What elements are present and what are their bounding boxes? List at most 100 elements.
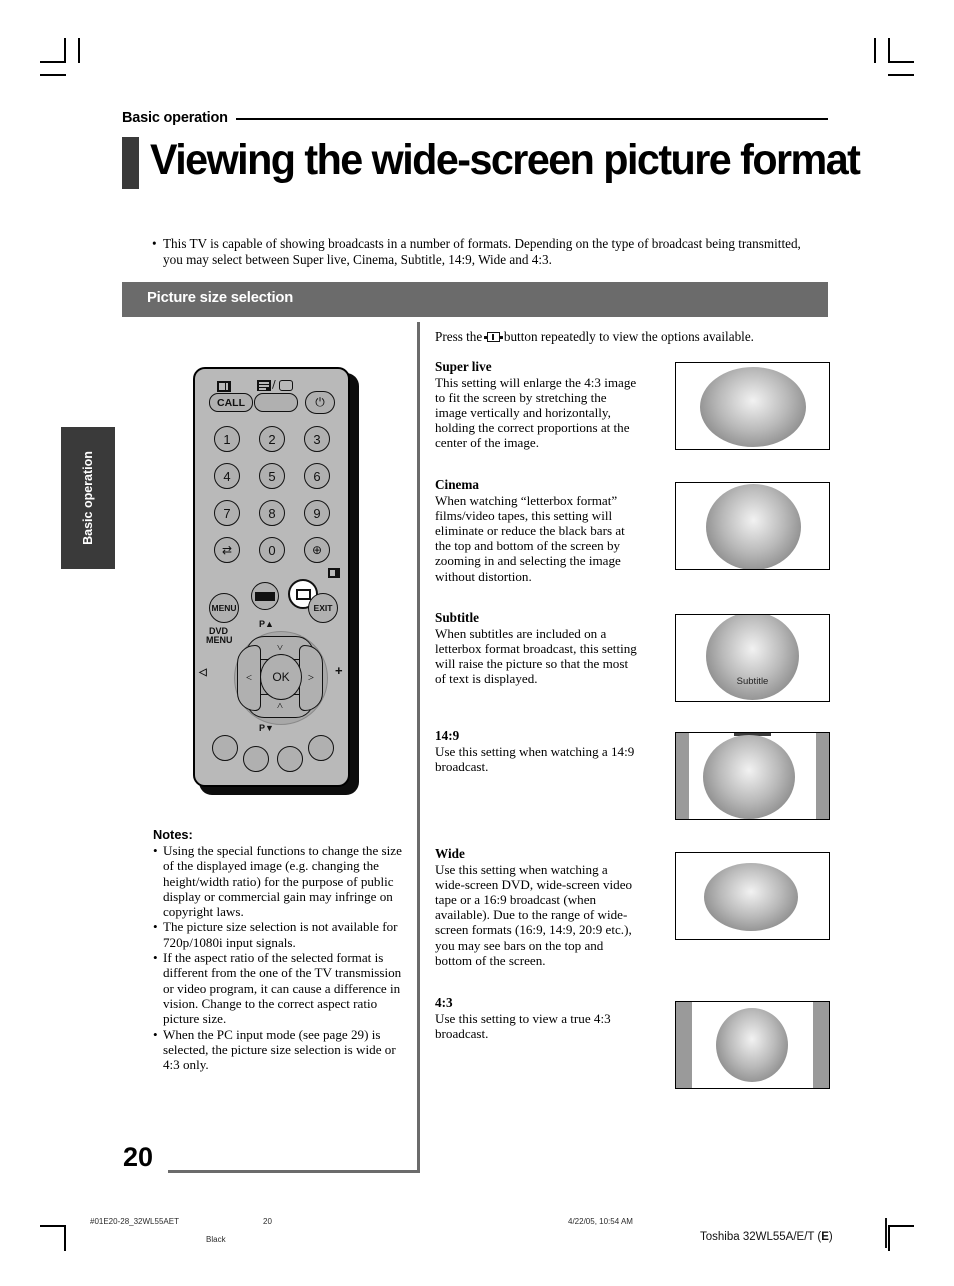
info-icon-i <box>226 383 228 390</box>
footer-file-name: #01E20-28_32WL55AET <box>90 1217 179 1226</box>
color-button-3[interactable] <box>277 746 303 772</box>
info-icon-inner <box>219 383 225 390</box>
num-5-button[interactable]: 5 <box>259 463 285 489</box>
intro-text: This TV is capable of showing broadcasts… <box>163 236 801 268</box>
num-3-button[interactable]: 3 <box>304 426 330 452</box>
note-item: When the PC input mode (see page 29) is … <box>153 1027 415 1073</box>
num-4-label: 4 <box>223 468 231 484</box>
color-button-2[interactable] <box>243 746 269 772</box>
freeze-icon <box>255 591 275 601</box>
text-tv-button[interactable] <box>254 393 298 412</box>
preview-subtitle-caption: Subtitle <box>736 676 769 687</box>
notes-block: Notes: Using the special functions to ch… <box>153 827 415 1072</box>
preview-sphere <box>716 1008 788 1082</box>
p-up-label: P▲ <box>259 619 274 629</box>
swap-button[interactable]: ⇄ <box>214 537 240 563</box>
num-9-button[interactable]: 9 <box>304 500 330 526</box>
preview-sidebar-left <box>676 733 689 819</box>
color-button-4[interactable] <box>308 735 334 761</box>
bullet-glyph: • <box>152 236 157 251</box>
section-header-bar: Picture size selection <box>122 282 828 317</box>
preview-sphere <box>706 484 801 569</box>
power-button[interactable]: ⏻ <box>305 391 335 414</box>
format-name: 4:3 <box>435 995 453 1010</box>
format-entry-subtitle: Subtitle When subtitles are included on … <box>435 610 640 686</box>
menu-button[interactable]: MENU <box>209 593 239 623</box>
intro-bullet: • This TV is capable of showing broadcas… <box>152 236 812 268</box>
crop-mark-tr-h2 <box>888 74 914 76</box>
swap-icon: ⇄ <box>221 543 233 557</box>
picture-size-icon-divider <box>492 333 494 341</box>
dpad-right[interactable]: ˃ <box>299 645 323 711</box>
input-source-icon: ⊕ <box>311 543 323 557</box>
dpad-up-chevron-icon: ˅ <box>276 642 284 654</box>
num-5-label: 5 <box>268 468 276 484</box>
dpad-left[interactable]: ˂ <box>237 645 261 711</box>
page-header: Basic operation Viewing the wide-screen … <box>122 108 861 189</box>
press-instruction-after: button repeatedly to view the options av… <box>503 329 754 344</box>
preview-super-live <box>675 362 830 450</box>
notes-heading: Notes: <box>153 827 193 842</box>
preview-4-3 <box>675 1001 830 1089</box>
note-item: Using the special functions to change th… <box>153 843 415 919</box>
call-button-label: CALL <box>217 396 245 409</box>
preview-sidebar-left <box>676 1002 692 1088</box>
subpage-icon-inner <box>330 570 335 576</box>
format-entry-4-3: 4:3 Use this setting to view a true 4:3 … <box>435 995 640 1041</box>
num-8-button[interactable]: 8 <box>259 500 285 526</box>
volume-up-icon: + <box>335 663 343 678</box>
input-source-button[interactable]: ⊕ <box>304 537 330 563</box>
num-6-label: 6 <box>313 468 321 484</box>
exit-button[interactable]: EXIT <box>308 593 338 623</box>
p-down-label: P▼ <box>259 723 274 733</box>
crop-mark-br-h <box>888 1225 914 1227</box>
dpad-left-chevron-icon: ˂ <box>245 672 253 684</box>
format-name: Cinema <box>435 477 479 492</box>
page-title: Viewing the wide-screen picture format <box>150 136 861 184</box>
num-8-label: 8 <box>268 505 276 521</box>
num-1-label: 1 <box>223 431 231 447</box>
notes-list: Using the special functions to change th… <box>153 843 415 1072</box>
kicker-label: Basic operation <box>122 110 228 126</box>
format-entry-super-live: Super live This setting will enlarge the… <box>435 359 640 451</box>
call-button[interactable]: CALL <box>209 393 253 412</box>
num-7-button[interactable]: 7 <box>214 500 240 526</box>
slash-glyph: / <box>272 378 276 391</box>
footer-timestamp: 4/22/05, 10:54 AM <box>568 1217 633 1226</box>
num-1-button[interactable]: 1 <box>214 426 240 452</box>
crop-mark-bl-v <box>64 1226 66 1251</box>
side-tab-basic-operation: Basic operation <box>61 427 115 569</box>
num-4-button[interactable]: 4 <box>214 463 240 489</box>
num-0-label: 0 <box>268 542 276 558</box>
picture-size-icon-arrow-right <box>499 335 503 339</box>
dpad-down-chevron-icon: ˄ <box>276 700 284 712</box>
exit-button-label: EXIT <box>313 603 333 613</box>
preview-14-9 <box>675 732 830 820</box>
ok-button[interactable]: OK <box>260 654 302 700</box>
crop-mark-tl-h2 <box>40 74 66 76</box>
num-9-label: 9 <box>313 505 321 521</box>
power-icon: ⏻ <box>315 395 325 409</box>
picture-size-icon-arrow-left <box>483 335 487 339</box>
format-name: Wide <box>435 846 465 861</box>
preview-cinema <box>675 482 830 570</box>
format-description: When watching “letterbox format” films/v… <box>435 492 625 584</box>
preview-sidebar-right <box>813 1002 829 1088</box>
color-button-1[interactable] <box>212 735 238 761</box>
side-tab-label: Basic operation <box>81 451 95 545</box>
title-accent-bar <box>122 137 139 189</box>
menu-button-label: MENU <box>211 603 237 613</box>
num-0-button[interactable]: 0 <box>259 537 285 563</box>
num-3-label: 3 <box>313 431 321 447</box>
num-6-button[interactable]: 6 <box>304 463 330 489</box>
teletext-icon-lines2 <box>259 385 269 387</box>
preview-sphere <box>700 367 806 447</box>
footer-page-number: 20 <box>263 1217 272 1226</box>
num-2-button[interactable]: 2 <box>259 426 285 452</box>
preview-sphere <box>706 615 799 700</box>
page-number: 20 <box>123 1142 154 1172</box>
remote-body: / CALL ⏻ 1 2 3 4 5 6 7 8 9 ⇄ 0 ⊕ MENU EX… <box>193 367 350 787</box>
preview-sphere <box>704 863 798 931</box>
freeze-button[interactable] <box>251 582 279 610</box>
preview-sphere <box>703 735 795 819</box>
